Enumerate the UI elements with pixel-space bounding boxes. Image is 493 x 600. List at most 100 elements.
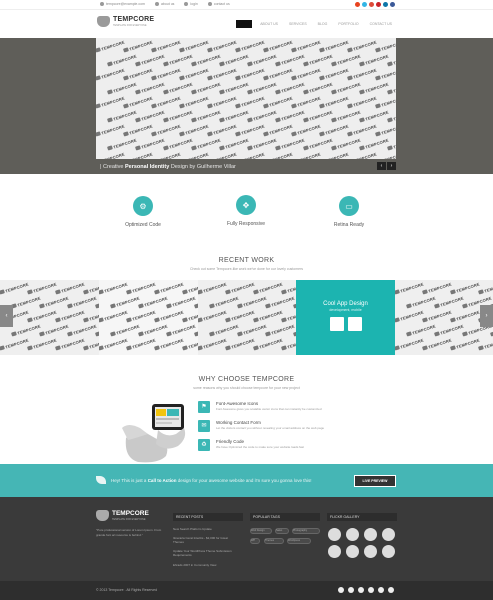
watermark-logo: TEMPCORE	[179, 39, 210, 53]
watermark-logo: TEMPCORE	[107, 53, 138, 67]
nav-about[interactable]: ABOUT US	[257, 20, 281, 28]
watermark-logo: TEMPCORE	[303, 53, 334, 67]
top-link-login[interactable]: login	[184, 2, 198, 6]
zoom-icon[interactable]	[347, 317, 362, 331]
watermark-logo: TEMPCORE	[11, 295, 42, 309]
google-plus-icon[interactable]	[358, 587, 364, 593]
facebook-icon[interactable]	[348, 587, 354, 593]
watermark-logo: TEMPCORE	[347, 95, 378, 109]
work-item-thumbnail[interactable]: TEMPCORE TEMPCORE TEMPCORE TEMPCORE TEMPCORE…	[395, 280, 493, 355]
google-plus-icon[interactable]	[369, 2, 374, 7]
watermark-logo: TEMPCORE	[225, 337, 256, 351]
dribbble-icon[interactable]	[368, 587, 374, 593]
slider-next-button[interactable]: ›	[387, 162, 396, 170]
work-item-thumbnail[interactable]: TEMPCORE TEMPCORE TEMPCORE TEMPCORE TEMPCORE…	[99, 280, 198, 355]
gallery-thumbnail[interactable]	[346, 545, 359, 558]
watermark-logo: TEMPCORE	[154, 309, 185, 323]
why-choose-title: WHY CHOOSE TEMPCORE	[198, 376, 295, 383]
gallery-thumbnail[interactable]	[382, 528, 395, 541]
twitter-icon[interactable]	[362, 2, 367, 7]
watermark-logo: TEMPCORE	[179, 123, 210, 137]
pinterest-icon[interactable]	[376, 2, 381, 7]
nav-services[interactable]: SERVICES	[286, 20, 310, 28]
watermark-logo: TEMPCORE	[198, 337, 228, 351]
watermark-logo: TEMPCORE	[263, 151, 294, 159]
gallery-thumbnail[interactable]	[346, 528, 359, 541]
tag-link[interactable]: Web Design	[250, 528, 272, 534]
work-prev-button[interactable]: ‹	[0, 305, 13, 327]
watermark-logo: TEMPCORE	[347, 123, 378, 137]
watermark-logo: TEMPCORE	[303, 109, 334, 123]
watermark-logo: TEMPCORE	[191, 137, 222, 151]
watermark-logo: TEMPCORE	[319, 39, 350, 53]
slider-prev-button[interactable]: ‹	[377, 162, 386, 170]
watermark-logo: TEMPCORE	[96, 123, 126, 137]
watermark-logo: TEMPCORE	[151, 123, 182, 137]
nav-contact[interactable]: CONTACT US	[367, 20, 395, 28]
work-item-cool-app[interactable]: Cool App Design development, mobile	[296, 280, 395, 355]
top-link-contact[interactable]: contact us	[207, 2, 230, 6]
watermark-logo: TEMPCORE	[291, 67, 322, 81]
gallery-thumbnail[interactable]	[364, 528, 377, 541]
top-link-email[interactable]: tempcore@example.com	[100, 2, 145, 6]
hero-slide-image: TEMPCORE TEMPCORE TEMPCORE TEMPCORE TEMPCORE…	[96, 38, 396, 159]
logo-text: TEMPCORE	[113, 16, 155, 23]
recent-post-link[interactable]: Itineraria Cerat Interitis - $2,000 for …	[173, 536, 235, 544]
watermark-logo: TEMPCORE	[434, 295, 465, 309]
twitter-icon[interactable]	[338, 587, 344, 593]
watermark-logo: TEMPCORE	[331, 81, 362, 95]
watermark-logo: TEMPCORE	[135, 53, 166, 67]
linkedin-icon[interactable]	[378, 587, 384, 593]
watermark-logo: TEMPCORE	[291, 39, 322, 53]
tag-link[interactable]: Photography	[292, 528, 320, 534]
recent-post-link[interactable]: New Search Platform Update	[173, 527, 235, 531]
watermark-logo: TEMPCORE	[191, 109, 222, 123]
rss-icon[interactable]	[388, 587, 394, 593]
watermark-logo: TEMPCORE	[99, 281, 129, 295]
gallery-thumbnail[interactable]	[328, 545, 341, 558]
why-choose-subtitle: some reasons why you should choose tempc…	[193, 386, 300, 390]
linkedin-icon[interactable]	[383, 2, 388, 7]
live-preview-button[interactable]: LIVE PREVIEW	[354, 475, 396, 487]
tag-link[interactable]: Themes	[264, 538, 284, 544]
watermark-logo: TEMPCORE	[303, 137, 334, 151]
watermark-logo: TEMPCORE	[281, 281, 296, 295]
top-social-links	[355, 2, 395, 7]
nav-blog[interactable]: BLOG	[315, 20, 331, 28]
work-next-button[interactable]: ›	[480, 305, 493, 327]
tag-link[interactable]: WP	[250, 538, 260, 544]
watermark-logo: TEMPCORE	[450, 337, 481, 351]
recent-posts-heading: RECENT POSTS	[173, 513, 243, 521]
link-icon[interactable]	[329, 317, 344, 331]
slider-arrows: ‹ ›	[377, 162, 396, 170]
watermark-logo: TEMPCORE	[198, 309, 228, 323]
work-item-thumbnail[interactable]: TEMPCORE TEMPCORE TEMPCORE TEMPCORE TEMPCORE…	[198, 280, 296, 355]
work-item-thumbnail[interactable]: TEMPCORE TEMPCORE TEMPCORE TEMPCORE TEMPCORE…	[0, 280, 99, 355]
flag-icon: ⚑	[198, 401, 210, 413]
watermark-logo: TEMPCORE	[265, 295, 296, 309]
tag-link[interactable]: Wordpress	[287, 538, 311, 544]
tag-link[interactable]: Sales	[275, 528, 289, 534]
watermark-logo: TEMPCORE	[83, 337, 99, 351]
logo[interactable]: TEMPCORE TEMPLATE FOR EVERYONE	[97, 16, 154, 27]
rss-icon[interactable]	[355, 2, 360, 7]
nav-portfolio[interactable]: PORTFOLIO	[335, 20, 361, 28]
watermark-logo: TEMPCORE	[235, 123, 266, 137]
gallery-thumbnail[interactable]	[364, 545, 377, 558]
top-link-about[interactable]: about us	[154, 2, 174, 6]
gallery-thumbnail[interactable]	[328, 528, 341, 541]
footer-logo[interactable]: TEMPCORE TEMPLATE FOR EVERYONE	[96, 510, 149, 521]
nav-home[interactable]: HOME	[236, 20, 253, 28]
watermark-logo: TEMPCORE	[126, 337, 157, 351]
reason-desc: Let the visitors contact you without rev…	[216, 426, 325, 430]
feature-retina-ready: ▭ Retina Ready	[309, 196, 389, 228]
watermark-logo: TEMPCORE	[207, 151, 238, 159]
recent-post-link[interactable]: Ehrads 2007 in Community View	[173, 563, 235, 567]
watermark-logo: TEMPCORE	[96, 95, 126, 109]
trash-icon: ♻	[198, 439, 210, 451]
recent-post-link[interactable]: Update Your WordPress Theme Submission R…	[173, 549, 235, 557]
watermark-logo: TEMPCORE	[359, 81, 390, 95]
facebook-icon[interactable]	[390, 2, 395, 7]
watermark-logo: TEMPCORE	[319, 67, 350, 81]
gallery-thumbnail[interactable]	[382, 545, 395, 558]
